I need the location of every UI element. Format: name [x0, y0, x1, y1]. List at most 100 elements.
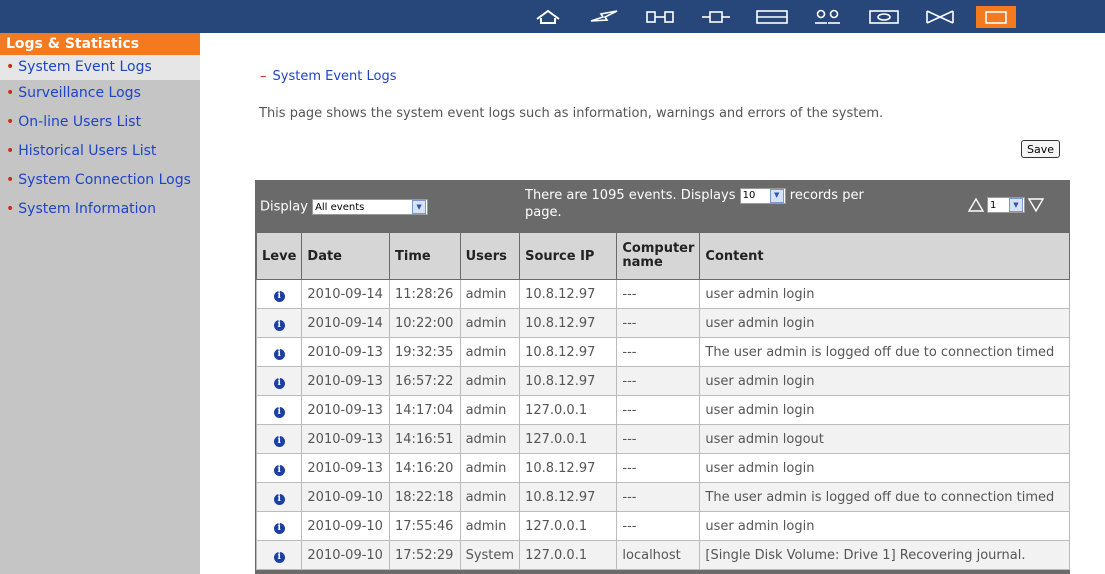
computer-name-cell: ---	[616, 482, 701, 512]
date-cell: 2010-09-13	[301, 395, 391, 425]
sidebar-item-system-event-logs[interactable]: • System Event Logs	[0, 55, 200, 80]
page-description: This page shows the system event logs su…	[259, 106, 884, 121]
display-label: Display	[260, 199, 308, 215]
source-ip-cell: 10.8.12.97	[519, 453, 618, 483]
sidebar-item-label: System Information	[18, 201, 156, 217]
top-navigation-bar	[0, 0, 1105, 33]
sidebar-item-historical-users-list[interactable]: • Historical Users List	[0, 138, 200, 167]
column-header-content[interactable]: Content	[699, 232, 1070, 280]
monitor-icon[interactable]	[856, 6, 912, 28]
date-cell: 2010-09-14	[301, 279, 391, 309]
dash-icon: –	[260, 69, 267, 84]
column-header-users[interactable]: Users	[459, 232, 521, 280]
bullet-icon: •	[6, 172, 15, 188]
table-row: i 2010-09-14 10:22:00 admin 10.8.12.97 -…	[255, 308, 1070, 338]
lightning-icon[interactable]	[576, 6, 632, 28]
content-cell: The user admin is logged off due to conn…	[699, 482, 1070, 512]
user-cell: System	[459, 540, 521, 570]
user-cell: admin	[459, 482, 521, 512]
computer-name-cell: ---	[616, 337, 701, 367]
info-icon: i	[273, 464, 285, 476]
event-log-table: Leve Date Time Users Source IP Computer …	[255, 232, 1070, 570]
info-icon: i	[273, 551, 285, 563]
level-cell: i	[255, 453, 303, 483]
time-cell: 14:16:51	[389, 424, 461, 454]
records-per-page-select[interactable]: 10 ▼	[739, 187, 786, 204]
info-icon: i	[273, 290, 285, 302]
event-count-prefix: There are 1095 events. Displays	[525, 188, 736, 203]
page-select[interactable]: 1 ▼	[987, 197, 1025, 213]
sidebar-item-label: System Connection Logs	[18, 172, 191, 188]
content-cell: The user admin is logged off due to conn…	[699, 337, 1070, 367]
info-icon: i	[273, 319, 285, 331]
sidebar-item-label: On-line Users List	[18, 114, 142, 130]
event-filter-value: All events	[315, 201, 365, 213]
column-header-time[interactable]: Time	[389, 232, 461, 280]
sidebar: Logs & Statistics • System Event Logs • Su…	[0, 33, 200, 574]
sidebar-item-surveillance-logs[interactable]: • Surveillance Logs	[0, 80, 200, 109]
time-cell: 18:22:18	[389, 482, 461, 512]
column-header-computer-name[interactable]: Computer name	[616, 232, 701, 280]
computer-name-cell: ---	[616, 366, 701, 396]
column-header-level[interactable]: Leve	[255, 232, 303, 280]
source-ip-cell: 10.8.12.97	[519, 366, 618, 396]
table-row: i 2010-09-10 17:55:46 admin 127.0.0.1 --…	[255, 511, 1070, 541]
time-cell: 14:17:04	[389, 395, 461, 425]
bullet-icon: •	[6, 114, 15, 130]
save-button[interactable]: Save	[1021, 140, 1061, 158]
time-cell: 10:22:00	[389, 308, 461, 338]
storage-icon[interactable]	[744, 6, 800, 28]
event-count: There are 1095 events. Displays 10 ▼ reco…	[525, 187, 895, 221]
source-ip-cell: 10.8.12.97	[519, 482, 618, 512]
bullet-icon: •	[6, 143, 15, 159]
user-cell: admin	[459, 279, 521, 309]
computer-name-cell: localhost	[616, 540, 701, 570]
sidebar-item-system-connection-logs[interactable]: • System Connection Logs	[0, 167, 200, 196]
user-cell: admin	[459, 511, 521, 541]
next-page-icon[interactable]	[1028, 198, 1044, 212]
computer-name-cell: ---	[616, 395, 701, 425]
source-ip-cell: 127.0.0.1	[519, 424, 618, 454]
device-icon[interactable]	[688, 6, 744, 28]
column-header-date[interactable]: Date	[301, 232, 391, 280]
source-ip-cell: 127.0.0.1	[519, 511, 618, 541]
sidebar-item-label: System Event Logs	[18, 59, 152, 75]
date-cell: 2010-09-13	[301, 366, 391, 396]
user-cell: admin	[459, 337, 521, 367]
chevron-down-icon: ▼	[412, 200, 427, 214]
computer-name-cell: ---	[616, 453, 701, 483]
time-cell: 19:32:35	[389, 337, 461, 367]
sidebar-item-online-users-list[interactable]: • On-line Users List	[0, 109, 200, 138]
network-icon[interactable]	[632, 6, 688, 28]
logs-icon[interactable]	[976, 6, 1016, 28]
computer-name-cell: ---	[616, 511, 701, 541]
top-icon-group	[520, 6, 1016, 28]
time-cell: 17:55:46	[389, 511, 461, 541]
info-icon: i	[273, 493, 285, 505]
info-icon: i	[273, 406, 285, 418]
column-header-source-ip[interactable]: Source IP	[519, 232, 618, 280]
level-cell: i	[255, 482, 303, 512]
users-icon[interactable]	[800, 6, 856, 28]
shuffle-icon[interactable]	[912, 6, 968, 28]
info-icon: i	[273, 522, 285, 534]
source-ip-cell: 10.8.12.97	[519, 337, 618, 367]
table-row: i 2010-09-14 11:28:26 admin 10.8.12.97 -…	[255, 279, 1070, 309]
home-icon[interactable]	[520, 6, 576, 28]
user-cell: admin	[459, 424, 521, 454]
content-cell: user admin login	[699, 511, 1070, 541]
event-filter-select[interactable]: All events ▼	[312, 199, 429, 215]
main-content: – System Event Logs This page shows the s…	[200, 33, 1105, 574]
level-cell: i	[255, 279, 303, 309]
pagination: 1 ▼	[968, 197, 1044, 213]
page-title: – System Event Logs	[260, 69, 396, 84]
time-cell: 11:28:26	[389, 279, 461, 309]
records-per-page-value: 10	[742, 190, 756, 201]
previous-page-icon[interactable]	[968, 198, 984, 212]
info-icon: i	[273, 435, 285, 447]
table-row: i 2010-09-13 14:16:51 admin 127.0.0.1 --…	[255, 424, 1070, 454]
chevron-down-icon: ▼	[769, 188, 784, 203]
content-cell: user admin login	[699, 279, 1070, 309]
table-row: i 2010-09-10 17:52:29 System 127.0.0.1 l…	[255, 540, 1070, 570]
sidebar-item-system-information[interactable]: • System Information	[0, 196, 200, 225]
